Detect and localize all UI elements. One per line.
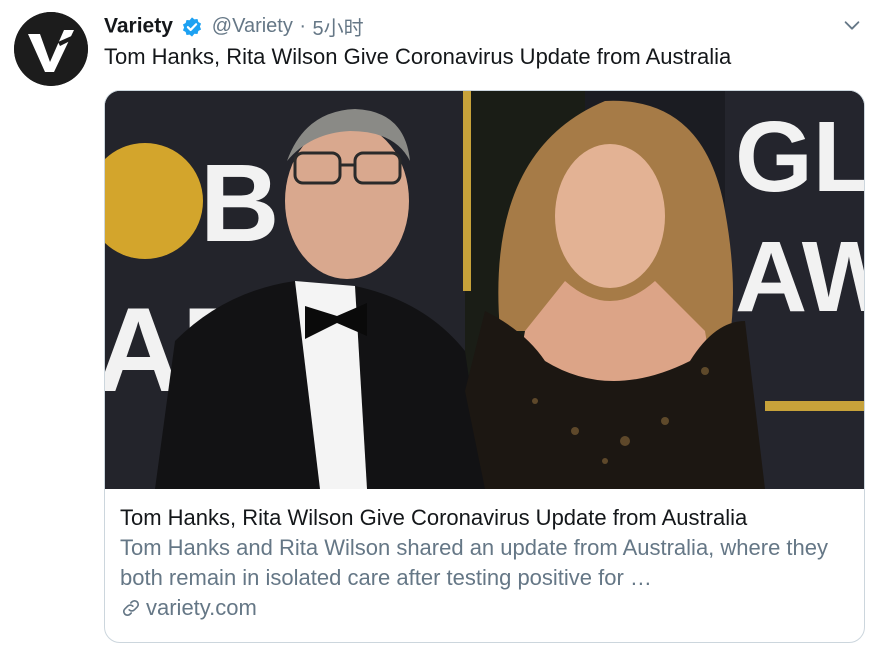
tweet-header: Variety @Variety · 5小时 — [104, 12, 863, 42]
svg-text:B: B — [200, 142, 279, 265]
card-domain: variety.com — [120, 593, 852, 623]
timestamp[interactable]: 5小时 — [312, 18, 363, 40]
card-title: Tom Hanks, Rita Wilson Give Coronavirus … — [120, 505, 748, 530]
card-body: Tom Hanks, Rita Wilson Give Coronavirus … — [120, 503, 852, 623]
svg-text:AW: AW — [735, 221, 864, 333]
card-description: Tom Hanks and Rita Wilson shared an upda… — [120, 535, 829, 590]
card-image[interactable]: B AR GL AW — [105, 91, 864, 489]
link-icon — [122, 599, 140, 617]
avatar[interactable] — [14, 12, 88, 86]
verified-badge-icon — [183, 16, 202, 37]
svg-text:GL: GL — [735, 101, 864, 213]
author-display-name[interactable]: Variety — [104, 15, 173, 38]
separator-dot: · — [299, 15, 306, 37]
variety-logo-icon — [14, 12, 88, 86]
tweet-text: Tom Hanks, Rita Wilson Give Coronavirus … — [104, 44, 732, 69]
chevron-down-icon[interactable] — [841, 14, 863, 36]
card-domain-text: variety.com — [146, 595, 257, 620]
author-handle[interactable]: @Variety — [212, 15, 293, 37]
photo-icon: B AR GL AW — [105, 91, 864, 489]
link-card[interactable]: B AR GL AW — [104, 90, 865, 643]
